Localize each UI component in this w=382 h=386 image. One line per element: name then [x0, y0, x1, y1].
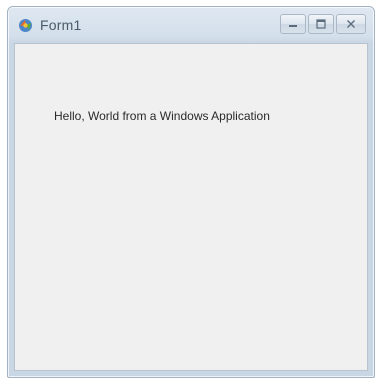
winforms-app-icon[interactable]	[17, 17, 34, 34]
maximize-icon	[316, 19, 326, 29]
form-window: Form1 Hello, World from a Windows Applic…	[7, 6, 375, 378]
window-title: Form1	[40, 17, 82, 33]
form-client-area: Hello, World from a Windows Application	[14, 43, 368, 371]
minimize-icon	[289, 25, 297, 27]
hello-label: Hello, World from a Windows Application	[54, 109, 270, 123]
title-bar[interactable]: Form1	[8, 7, 374, 43]
close-icon	[347, 20, 355, 28]
minimize-button[interactable]	[280, 14, 306, 34]
caption-buttons	[280, 14, 366, 34]
close-button[interactable]	[336, 14, 366, 34]
maximize-button[interactable]	[308, 14, 334, 34]
